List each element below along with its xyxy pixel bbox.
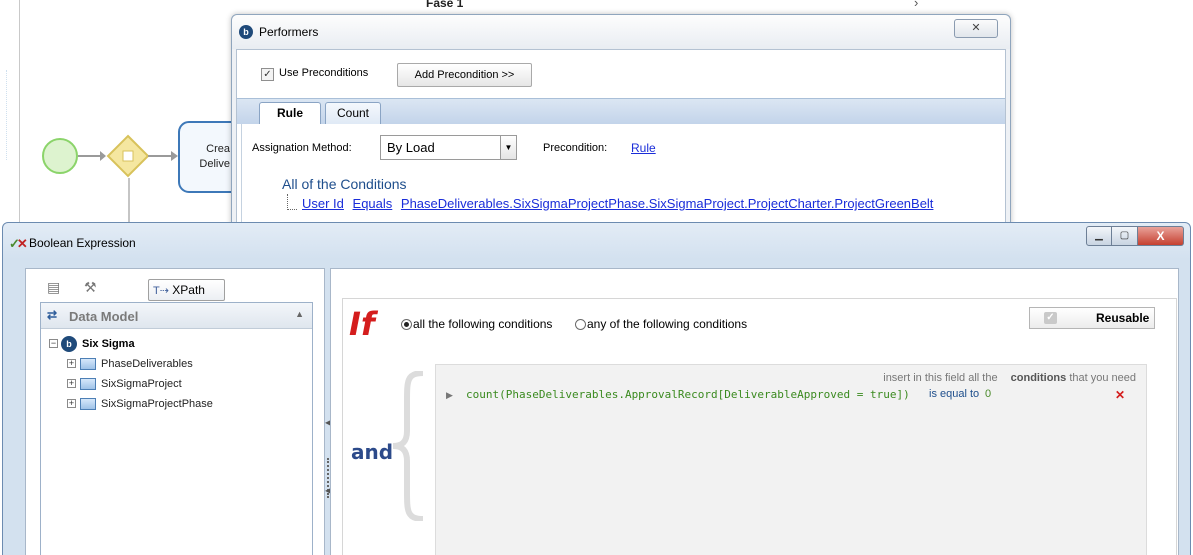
performers-body: ✓ Use Preconditions Add Precondition >> … bbox=[236, 49, 1006, 225]
performers-titlebar[interactable]: b Performers ✕ bbox=[232, 15, 1010, 49]
expand-node-icon[interactable]: + bbox=[67, 379, 76, 388]
maximize-button[interactable]: ▢ bbox=[1112, 226, 1138, 246]
use-preconditions-checkbox[interactable]: ✓ bbox=[261, 68, 274, 81]
tree-node-sixsigmaproject[interactable]: + SixSigmaProject bbox=[46, 375, 312, 395]
close-button[interactable]: X bbox=[1138, 226, 1184, 246]
and-keyword: and bbox=[351, 440, 394, 464]
conditions-hint: insert in this field all the conditions … bbox=[883, 372, 1136, 384]
tab-rule[interactable]: Rule bbox=[259, 102, 321, 125]
tree-node-label: PhaseDeliverables bbox=[101, 358, 193, 370]
delete-condition-icon[interactable]: ✕ bbox=[1115, 388, 1125, 402]
condition-value-link[interactable]: PhaseDeliverables.SixSigmaProjectPhase.S… bbox=[401, 196, 934, 211]
tools-icon[interactable]: ⚒ bbox=[84, 279, 97, 296]
performers-dialog: b Performers ✕ ✓ Use Preconditions Add P… bbox=[231, 14, 1011, 226]
condition-expression[interactable]: count(PhaseDeliverables.ApprovalRecord[D… bbox=[466, 388, 910, 401]
hint-prefix: insert in this field all the bbox=[883, 372, 998, 384]
start-event[interactable] bbox=[42, 138, 78, 174]
task-label: Crea Delive bbox=[199, 143, 230, 170]
data-model-tree: − b Six Sigma + PhaseDeliverables + SixS… bbox=[46, 335, 312, 555]
xpath-icon: T⇢ bbox=[153, 285, 169, 297]
boolean-expression-icon: ✓✕ bbox=[9, 236, 28, 251]
tree-connector bbox=[287, 194, 297, 210]
conditions-box[interactable]: insert in this field all the conditions … bbox=[435, 364, 1147, 555]
reusable-button[interactable]: ✓ Reusable bbox=[1029, 307, 1155, 329]
precondition-rule-link[interactable]: Rule bbox=[631, 141, 656, 155]
assignation-method-value: By Load bbox=[387, 140, 435, 155]
collapse-node-icon[interactable]: − bbox=[49, 339, 58, 348]
expression-editor: If all the following conditions any of t… bbox=[342, 298, 1177, 555]
boolean-expression-title: Boolean Expression bbox=[29, 236, 136, 250]
conditions-header[interactable]: All of the Conditions bbox=[282, 176, 407, 192]
condition-line[interactable]: ▶ count(PhaseDeliverables.ApprovalRecord… bbox=[436, 387, 1146, 405]
hint-suffix: that you need bbox=[1069, 372, 1136, 384]
expression-panel: If all the following conditions any of t… bbox=[330, 268, 1179, 555]
flow-arrow-icon bbox=[100, 151, 106, 161]
hint-bold: conditions bbox=[1010, 372, 1067, 384]
any-conditions-radio[interactable] bbox=[575, 319, 586, 330]
assignation-method-select[interactable]: By Load ▼ bbox=[380, 135, 517, 160]
assignation-method-label: Assignation Method: bbox=[252, 142, 352, 154]
tree-node-sixsigmaprojectphase[interactable]: + SixSigmaProjectPhase bbox=[46, 395, 312, 415]
condition-operator-link[interactable]: Equals bbox=[353, 196, 393, 211]
bizagi-logo-icon: b bbox=[61, 336, 77, 352]
condition-field-link[interactable]: User Id bbox=[302, 196, 344, 211]
data-model-header: ⇄ Data Model ▲ bbox=[41, 303, 312, 329]
left-panel: ▤ ⚒ T⇢ XPath ⇄ Data Model ▲ − b Six Sigm… bbox=[25, 268, 325, 555]
performers-close-button[interactable]: ✕ bbox=[954, 19, 998, 38]
rule-panel: Assignation Method: By Load ▼ Preconditi… bbox=[241, 124, 1005, 224]
data-model-panel: ⇄ Data Model ▲ − b Six Sigma + PhaseDeli… bbox=[40, 302, 313, 555]
phase-chevron-icon[interactable]: › bbox=[914, 0, 918, 10]
entity-icon bbox=[80, 378, 96, 390]
if-keyword: If bbox=[349, 305, 375, 343]
tree-node-six-sigma[interactable]: − b Six Sigma bbox=[46, 335, 312, 355]
tab-count[interactable]: Count bbox=[325, 102, 381, 125]
xpath-button[interactable]: T⇢ XPath bbox=[148, 279, 225, 301]
all-conditions-label[interactable]: all the following conditions bbox=[413, 317, 552, 331]
all-conditions-radio[interactable] bbox=[401, 319, 412, 330]
tree-node-label: SixSigmaProject bbox=[101, 378, 182, 390]
expand-node-icon[interactable]: + bbox=[67, 359, 76, 368]
precondition-label: Precondition: bbox=[543, 142, 608, 154]
window-controls: ▁ ▢ X bbox=[1086, 226, 1184, 246]
boolean-expression-window: ✓✕ Boolean Expression ▁ ▢ X ▤ ⚒ T⇢ XPath… bbox=[2, 222, 1191, 555]
expand-node-icon[interactable]: + bbox=[67, 399, 76, 408]
performers-tabstrip: Rule Count bbox=[237, 98, 1005, 125]
condition-operator[interactable]: is equal to bbox=[929, 388, 979, 400]
expand-arrow-icon[interactable]: ▶ bbox=[446, 390, 453, 401]
xpath-label: XPath bbox=[172, 283, 205, 297]
reusable-label: Reusable bbox=[1096, 311, 1150, 325]
checkmark-icon: ✓ bbox=[1044, 312, 1057, 324]
any-conditions-label[interactable]: any of the following conditions bbox=[587, 317, 747, 331]
performers-title: Performers bbox=[259, 25, 319, 39]
flow-arrow-icon bbox=[171, 151, 178, 161]
script-icon[interactable]: ▤ bbox=[47, 279, 60, 296]
precondition-row: ✓ Use Preconditions Add Precondition >> bbox=[237, 50, 1005, 98]
brace-icon bbox=[392, 371, 424, 521]
entity-icon bbox=[80, 398, 96, 410]
data-model-icon: ⇄ bbox=[47, 308, 58, 322]
gateway-plus-icon bbox=[122, 150, 134, 162]
collapse-icon[interactable]: ▲ bbox=[295, 309, 304, 319]
phase-title: Fase 1 bbox=[426, 0, 464, 10]
minimize-button[interactable]: ▁ bbox=[1086, 226, 1112, 246]
bizagi-logo-icon: b bbox=[239, 25, 253, 39]
add-precondition-button[interactable]: Add Precondition >> bbox=[397, 63, 532, 87]
tree-node-phasedeliverables[interactable]: + PhaseDeliverables bbox=[46, 355, 312, 375]
tree-node-label: SixSigmaProjectPhase bbox=[101, 398, 213, 410]
entity-icon bbox=[80, 358, 96, 370]
condition-value[interactable]: 0 bbox=[985, 388, 991, 400]
process-diagram bbox=[42, 121, 240, 240]
use-preconditions-label: Use Preconditions bbox=[279, 67, 369, 79]
data-model-title: Data Model bbox=[69, 309, 139, 324]
tree-node-label: Six Sigma bbox=[82, 338, 135, 350]
chevron-down-icon[interactable]: ▼ bbox=[500, 136, 516, 159]
condition-row: User Id Equals PhaseDeliverables.SixSigm… bbox=[302, 196, 938, 211]
